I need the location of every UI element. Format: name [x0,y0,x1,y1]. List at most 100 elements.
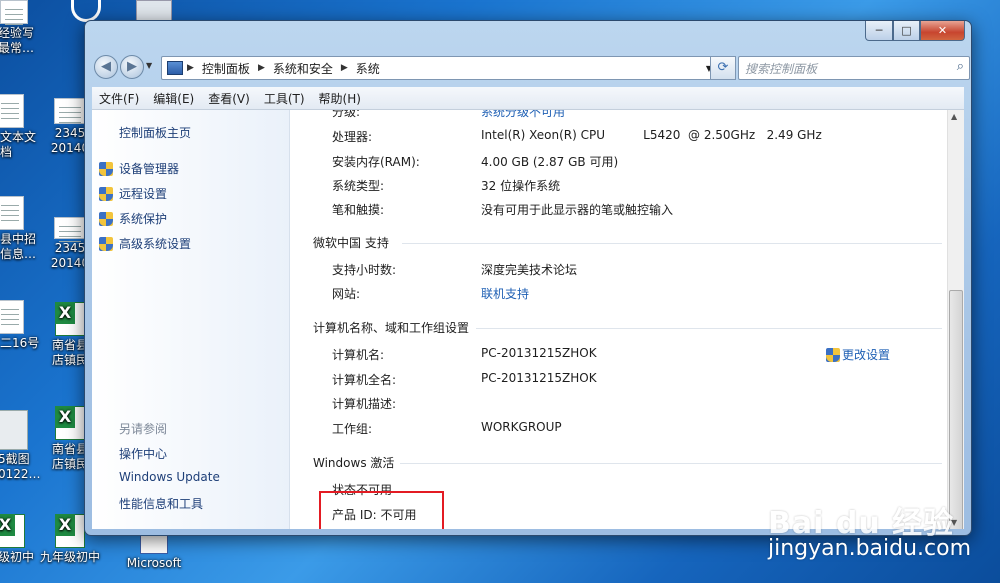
desktop-icon[interactable]: Microsoft [118,530,190,571]
text-file-icon [0,94,24,128]
uac-shield-icon [99,236,113,251]
pen-touch-value: 没有可用于此显示器的笔或触控输入 [481,203,674,217]
menu-view[interactable]: 查看(V) [201,90,257,107]
search-placeholder: 搜索控制面板 [745,62,818,76]
advanced-settings-link[interactable]: 高级系统设置 [99,235,191,252]
rating-label: 分级: [332,110,361,119]
image-file-icon [54,98,86,124]
change-settings-link[interactable]: 更改设置 [826,346,890,363]
uac-shield-icon [99,161,113,176]
processor-value: Intel(R) Xeon(R) CPU L5420 @ 2.50GHz 2.4… [481,128,822,142]
forward-button[interactable]: ▶ [120,55,144,79]
search-icon[interactable]: ⌕ [957,59,964,74]
ram-label: 安装内存(RAM): [332,155,420,169]
section-divider [400,463,942,464]
highlight-box [319,491,444,529]
address-bar[interactable]: ▶ 控制面板 ▶ 系统和安全 ▶ 系统 ▼ [161,56,719,80]
menu-help[interactable]: 帮助(H) [312,90,368,107]
computer-name-label: 计算机名: [332,348,385,362]
window-controls: ─ □ ✕ [865,21,965,41]
excel-icon: X [55,514,85,548]
see-also-title: 另请参阅 [119,422,168,436]
desktop-icon-label: 经验写 最常… [0,26,35,55]
content-area: 控制面板主页 设备管理器 远程设置 系统保护 高级系统设置 另请参阅 操作中心 … [92,110,964,529]
navigation-bar: ◀ ▶ ▼ ▶ 控制面板 ▶ 系统和安全 ▶ 系统 ▼ ⟳ 搜索控制面板 ⌕ [92,53,970,81]
system-details: 分级: 系统分级不可用 处理器: Intel(R) Xeon(R) CPU L5… [290,110,948,529]
ram-value: 4.00 GB (2.87 GB 可用) [481,155,619,169]
windows-update-link[interactable]: Windows Update [119,470,220,484]
rating-link[interactable]: 系统分级不可用 [481,110,565,120]
uac-shield-icon [99,186,113,201]
breadcrumb-separator[interactable]: ▶ [258,63,265,73]
document-icon [0,300,24,334]
computer-name-value: PC-20131215ZHOK [481,346,597,360]
breadcrumb-control-panel[interactable]: 控制面板 [202,60,250,77]
online-support-link[interactable]: 联机支持 [481,285,529,302]
control-panel-home-link[interactable]: 控制面板主页 [119,124,191,141]
left-pane: 控制面板主页 设备管理器 远程设置 系统保护 高级系统设置 另请参阅 操作中心 … [92,110,290,529]
excel-icon: X [55,302,85,336]
breadcrumb-separator: ▶ [187,63,194,73]
desktop-icon[interactable]: 经验写 最常… [0,0,50,56]
menu-tools[interactable]: 工具(T) [257,90,312,107]
support-hours-label: 支持小时数: [332,263,397,277]
section-divider [402,243,942,244]
scrollbar-thumb[interactable] [949,290,963,529]
full-name-value: PC-20131215ZHOK [481,371,597,385]
uac-shield-icon [99,211,113,226]
pen-touch-label: 笔和触摸: [332,203,385,217]
breadcrumb-system[interactable]: 系统 [356,60,380,77]
system-protection-link[interactable]: 系统保护 [99,210,167,227]
screenshot-icon [0,410,28,450]
desktop-icon-label: 九年级初中 [39,550,100,564]
excel-icon: X [0,514,25,548]
action-center-link[interactable]: 操作中心 [119,445,167,462]
power-icon [71,0,101,22]
maximize-button[interactable]: □ [893,21,920,41]
task-label: 远程设置 [119,187,168,201]
workgroup-label: 工作组: [332,422,373,436]
close-button[interactable]: ✕ [920,21,965,41]
control-panel-icon [167,61,183,75]
task-label: 系统保护 [119,212,168,226]
menu-bar: 文件(F) 编辑(E) 查看(V) 工具(T) 帮助(H) [92,87,964,110]
menu-edit[interactable]: 编辑(E) [146,90,201,107]
task-label: 高级系统设置 [119,237,192,251]
breadcrumb-system-security[interactable]: 系统和安全 [273,60,333,77]
activation-section-title: Windows 激活 [313,456,395,470]
section-divider [476,328,942,329]
workgroup-value: WORKGROUP [481,420,562,434]
document-icon [0,196,24,230]
task-label: 设备管理器 [119,162,180,176]
performance-info-link[interactable]: 性能信息和工具 [119,495,203,512]
uac-shield-icon [826,347,840,362]
vertical-scrollbar[interactable]: ▲ ▼ [947,110,964,529]
description-label: 计算机描述: [332,397,397,411]
processor-label: 处理器: [332,130,373,144]
support-section-title: 微软中国 支持 [313,236,389,250]
website-label: 网站: [332,287,361,301]
search-input[interactable]: 搜索控制面板 ⌕ [738,56,970,80]
remote-settings-link[interactable]: 远程设置 [99,185,167,202]
system-window: ─ □ ✕ ◀ ▶ ▼ ▶ 控制面板 ▶ 系统和安全 ▶ 系统 ▼ ⟳ 搜索控制… [84,20,972,536]
excel-icon: X [55,406,85,440]
calculator-icon [136,0,172,22]
change-settings-label: 更改设置 [842,348,891,362]
device-manager-link[interactable]: 设备管理器 [99,160,179,177]
recent-pages-dropdown[interactable]: ▼ [146,61,152,70]
computer-section-title: 计算机名称、域和工作组设置 [313,321,470,335]
back-button[interactable]: ◀ [94,55,118,79]
document-icon [0,0,28,24]
system-type-label: 系统类型: [332,179,385,193]
watermark-url: jingyan.baidu.com [768,536,972,561]
minimize-button[interactable]: ─ [865,21,893,41]
full-name-label: 计算机全名: [332,373,397,387]
system-type-value: 32 位操作系统 [481,179,561,193]
refresh-button[interactable]: ⟳ [710,56,736,80]
breadcrumb-separator[interactable]: ▶ [341,63,348,73]
image-file-icon [54,217,86,239]
desktop-icon-label: Microsoft [126,556,182,570]
scroll-up-arrow[interactable]: ▲ [951,112,957,121]
menu-file[interactable]: 文件(F) [92,90,146,107]
support-hours-value: 深度完美技术论坛 [481,263,578,277]
